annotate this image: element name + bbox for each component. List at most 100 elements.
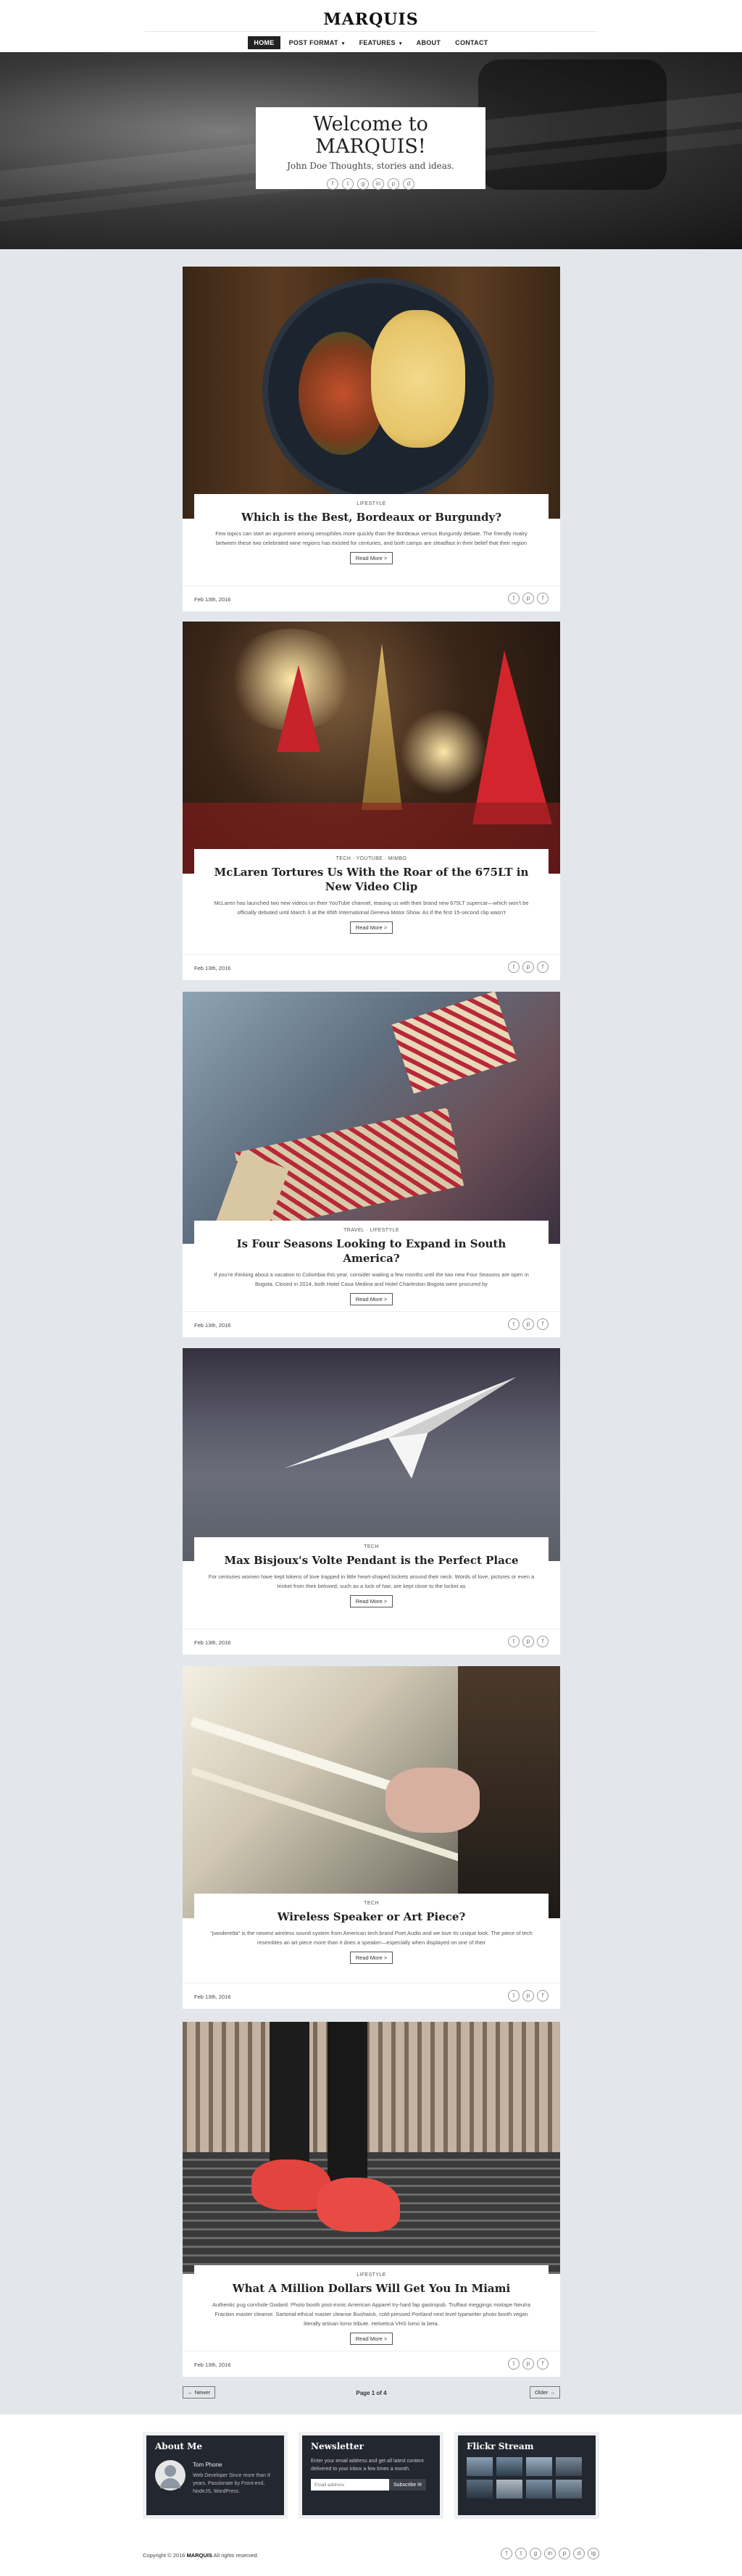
- copyright-suffix: All rights reserved.: [212, 2552, 259, 2559]
- post-excerpt: "panderetta" is the newest wireless soun…: [210, 1930, 533, 1946]
- pinterest-icon[interactable]: p: [388, 178, 399, 190]
- read-more-button[interactable]: Read More >: [349, 2333, 393, 2345]
- linkedin-icon[interactable]: in: [544, 2548, 556, 2559]
- facebook-icon[interactable]: f: [537, 961, 549, 973]
- post-date: Feb 13th, 2016: [194, 965, 231, 971]
- post-category[interactable]: Lifestyle: [194, 501, 549, 506]
- read-more-button[interactable]: Read More >: [349, 1595, 393, 1607]
- post-title[interactable]: What A Million Dollars Will Get You In M…: [209, 2281, 534, 2296]
- facebook-icon[interactable]: f: [327, 178, 338, 190]
- flickr-thumbnail[interactable]: [496, 2480, 522, 2498]
- post-image[interactable]: [183, 1666, 560, 1918]
- pinterest-icon[interactable]: p: [522, 961, 534, 973]
- leg-shape: [328, 2022, 367, 2188]
- nav-item-about[interactable]: About: [411, 36, 447, 49]
- read-more-button[interactable]: Read More >: [349, 552, 393, 564]
- post-image[interactable]: [183, 992, 560, 1244]
- post-image[interactable]: [183, 1348, 560, 1561]
- post-footer: Feb 13th, 2016 t p f: [183, 2351, 560, 2377]
- post-card: Tech · Youtube · Mimbo McLaren Tortures …: [183, 622, 560, 980]
- twitter-icon[interactable]: t: [515, 2548, 527, 2559]
- post-date: Feb 13th, 2016: [194, 1322, 231, 1329]
- twitter-icon[interactable]: t: [508, 961, 520, 973]
- copyright: Copyright © 2016 MARQUIS All rights rese…: [143, 2552, 259, 2559]
- post-title[interactable]: Is Four Seasons Looking to Expand in Sou…: [209, 1237, 534, 1266]
- share-links: t p f: [508, 961, 549, 973]
- pinterest-icon[interactable]: p: [522, 1636, 534, 1647]
- facebook-icon[interactable]: f: [537, 1318, 549, 1330]
- post-image[interactable]: [183, 2022, 560, 2274]
- read-more-button[interactable]: Read More >: [349, 1952, 393, 1964]
- pagination: ← Newer Page 1 of 4 Older →: [183, 2386, 560, 2401]
- nav-item-post-format[interactable]: Post Format ▾: [283, 36, 351, 49]
- post-category[interactable]: Lifestyle: [194, 2272, 549, 2278]
- post-footer: Feb 13th, 2016 t p f: [183, 1628, 560, 1655]
- post-date: Feb 13th, 2016: [194, 1639, 231, 1646]
- nav-item-features[interactable]: Features ▾: [354, 36, 408, 49]
- older-posts-button[interactable]: Older →: [530, 2386, 560, 2399]
- subscribe-button[interactable]: Subscribe ✉: [389, 2479, 426, 2491]
- email-field[interactable]: [311, 2479, 389, 2491]
- twitter-icon[interactable]: t: [342, 178, 354, 190]
- google-plus-icon[interactable]: g: [357, 178, 369, 190]
- pinterest-icon[interactable]: p: [522, 593, 534, 604]
- flickr-thumbnail[interactable]: [526, 2480, 552, 2498]
- share-links: t p f: [508, 593, 549, 604]
- post-image[interactable]: [183, 622, 560, 874]
- share-links: t p f: [508, 1318, 549, 1330]
- read-more-button[interactable]: Read More >: [349, 921, 393, 934]
- google-plus-icon[interactable]: g: [530, 2548, 541, 2559]
- tower-shape: [362, 643, 402, 810]
- page-info: Page 1 of 4: [356, 2390, 387, 2396]
- nav-item-contact[interactable]: Contact: [449, 36, 493, 49]
- flickr-thumbnail[interactable]: [526, 2457, 552, 2476]
- site-logo[interactable]: MARQUIS: [0, 10, 742, 29]
- newsletter-widget: Newsletter Enter your email address and …: [299, 2432, 443, 2519]
- post-category[interactable]: Tech · Youtube · Mimbo: [194, 856, 549, 861]
- hero-banner: Welcome to MARQUIS! John Doe Thoughts, s…: [0, 52, 742, 249]
- post-title[interactable]: McLaren Tortures Us With the Roar of the…: [209, 865, 534, 894]
- post-image[interactable]: [183, 267, 560, 519]
- pinterest-icon[interactable]: p: [522, 2358, 534, 2370]
- facebook-icon[interactable]: f: [501, 2548, 512, 2559]
- flickr-thumbnail[interactable]: [556, 2480, 582, 2498]
- about-description: Web Developer Since more than 8 years. P…: [193, 2473, 270, 2494]
- facebook-icon[interactable]: f: [537, 1990, 549, 2002]
- pinterest-icon[interactable]: p: [522, 1318, 534, 1330]
- post-footer: Feb 13th, 2016 t p f: [183, 585, 560, 611]
- chevron-down-icon: ▾: [399, 41, 402, 46]
- widget-title: Flickr Stream: [467, 2441, 534, 2451]
- post-category[interactable]: Travel · Lifestyle: [194, 1228, 549, 1233]
- nav-item-home[interactable]: Home: [248, 36, 280, 49]
- flickr-thumbnail[interactable]: [556, 2457, 582, 2476]
- read-more-button[interactable]: Read More >: [349, 1293, 393, 1305]
- pasta-shape: [371, 310, 465, 448]
- twitter-icon[interactable]: t: [508, 1636, 520, 1647]
- flickr-thumbnail[interactable]: [467, 2480, 493, 2498]
- hero-social-links: f t g in p d: [256, 178, 485, 190]
- pinterest-icon[interactable]: p: [559, 2548, 570, 2559]
- flickr-thumbnail[interactable]: [496, 2457, 522, 2476]
- twitter-icon[interactable]: t: [508, 1318, 520, 1330]
- facebook-icon[interactable]: f: [537, 1636, 549, 1647]
- post-title[interactable]: Wireless Speaker or Art Piece?: [209, 1910, 534, 1924]
- facebook-icon[interactable]: f: [537, 593, 549, 604]
- instagram-icon[interactable]: ig: [588, 2548, 599, 2559]
- post-category[interactable]: Tech: [194, 1901, 549, 1906]
- pinterest-icon[interactable]: p: [522, 1990, 534, 2002]
- post-title[interactable]: Which is the Best, Bordeaux or Burgundy?: [209, 510, 534, 524]
- twitter-icon[interactable]: t: [508, 2358, 520, 2370]
- post-category[interactable]: Tech: [194, 1544, 549, 1550]
- twitter-icon[interactable]: t: [508, 593, 520, 604]
- dribbble-icon[interactable]: d: [573, 2548, 585, 2559]
- widget-title: About Me: [155, 2441, 203, 2451]
- dribbble-icon[interactable]: d: [403, 178, 414, 190]
- chevron-down-icon: ▾: [341, 41, 345, 46]
- post-title[interactable]: Max Bisjoux's Volte Pendant is the Perfe…: [209, 1553, 534, 1568]
- facebook-icon[interactable]: f: [537, 2358, 549, 2370]
- flickr-thumbnail[interactable]: [467, 2457, 493, 2476]
- linkedin-icon[interactable]: in: [372, 178, 384, 190]
- flickr-grid: [467, 2457, 587, 2498]
- twitter-icon[interactable]: t: [508, 1990, 520, 2002]
- share-links: t p f: [508, 1990, 549, 2002]
